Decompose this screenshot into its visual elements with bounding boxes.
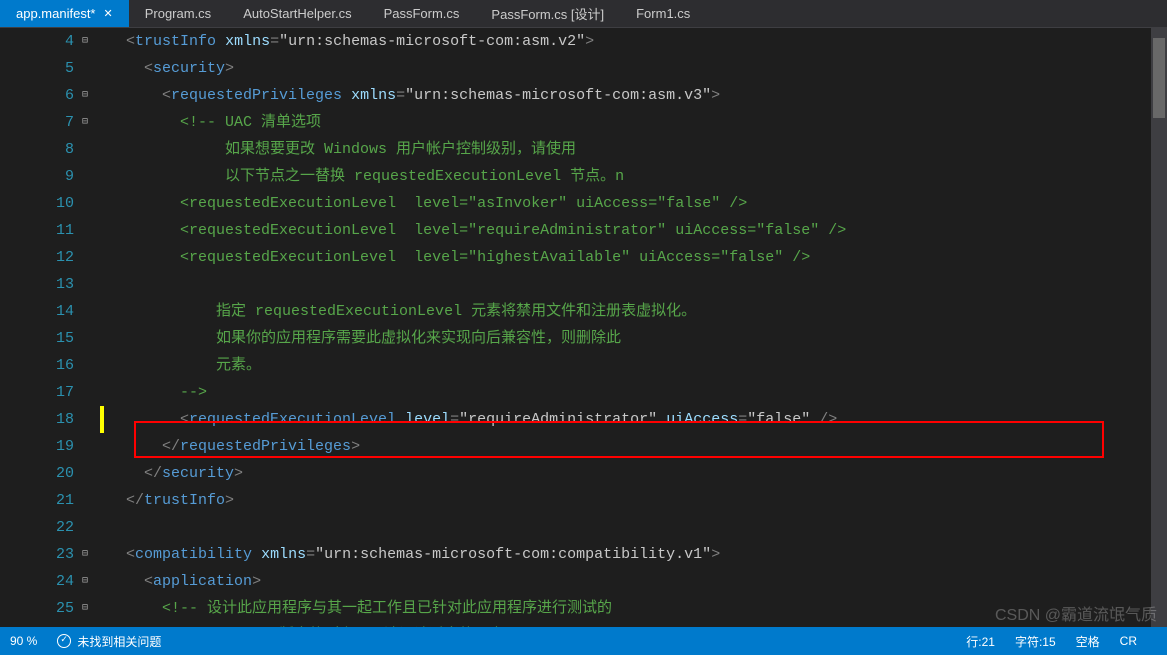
fold-icon[interactable]: ⊟ <box>78 595 92 622</box>
tab-passform-cs[interactable]: PassForm.cs <box>368 0 476 27</box>
modified-marker <box>100 406 104 433</box>
tab-autostarthelper-cs[interactable]: AutoStartHelper.cs <box>227 0 367 27</box>
fold-icon[interactable]: ⊟ <box>78 109 92 136</box>
tab-app-manifest[interactable]: app.manifest* ✕ <box>0 0 129 27</box>
fold-icon[interactable]: ⊟ <box>78 541 92 568</box>
check-icon <box>57 634 71 648</box>
code-area[interactable]: <trustInfo xmlns="urn:schemas-microsoft-… <box>100 28 1167 627</box>
watermark: CSDN @霸道流氓气质 <box>995 601 1157 625</box>
close-icon[interactable]: ✕ <box>104 7 113 20</box>
cursor-line[interactable]: 行:21 <box>966 633 995 650</box>
tab-label: app.manifest* <box>16 6 96 21</box>
fold-icon[interactable]: ⊟ <box>78 568 92 595</box>
tab-form1-cs[interactable]: Form1.cs <box>620 0 706 27</box>
gutter: 4⊟ 5 6⊟ 7⊟ 8 9 10 11 12 13 14 15 16 17 1… <box>0 28 100 627</box>
scrollbar-thumb[interactable] <box>1153 38 1165 118</box>
cursor-col[interactable]: 字符:15 <box>1015 633 1056 650</box>
tab-program-cs[interactable]: Program.cs <box>129 0 227 27</box>
tab-bar: app.manifest* ✕ Program.cs AutoStartHelp… <box>0 0 1167 28</box>
vertical-scrollbar[interactable] <box>1151 28 1167 627</box>
status-bar: 90 % 未找到相关问题 行:21 字符:15 空格 CR <box>0 627 1167 655</box>
tab-passform-design[interactable]: PassForm.cs [设计] <box>475 0 620 27</box>
zoom-level[interactable]: 90 % <box>10 634 37 648</box>
editor-area: 4⊟ 5 6⊟ 7⊟ 8 9 10 11 12 13 14 15 16 17 1… <box>0 28 1167 627</box>
line-ending[interactable]: CR <box>1120 633 1137 650</box>
issues-status[interactable]: 未找到相关问题 <box>57 633 161 650</box>
fold-icon[interactable]: ⊟ <box>78 28 92 55</box>
indent-mode[interactable]: 空格 <box>1076 633 1100 650</box>
fold-icon[interactable]: ⊟ <box>78 82 92 109</box>
